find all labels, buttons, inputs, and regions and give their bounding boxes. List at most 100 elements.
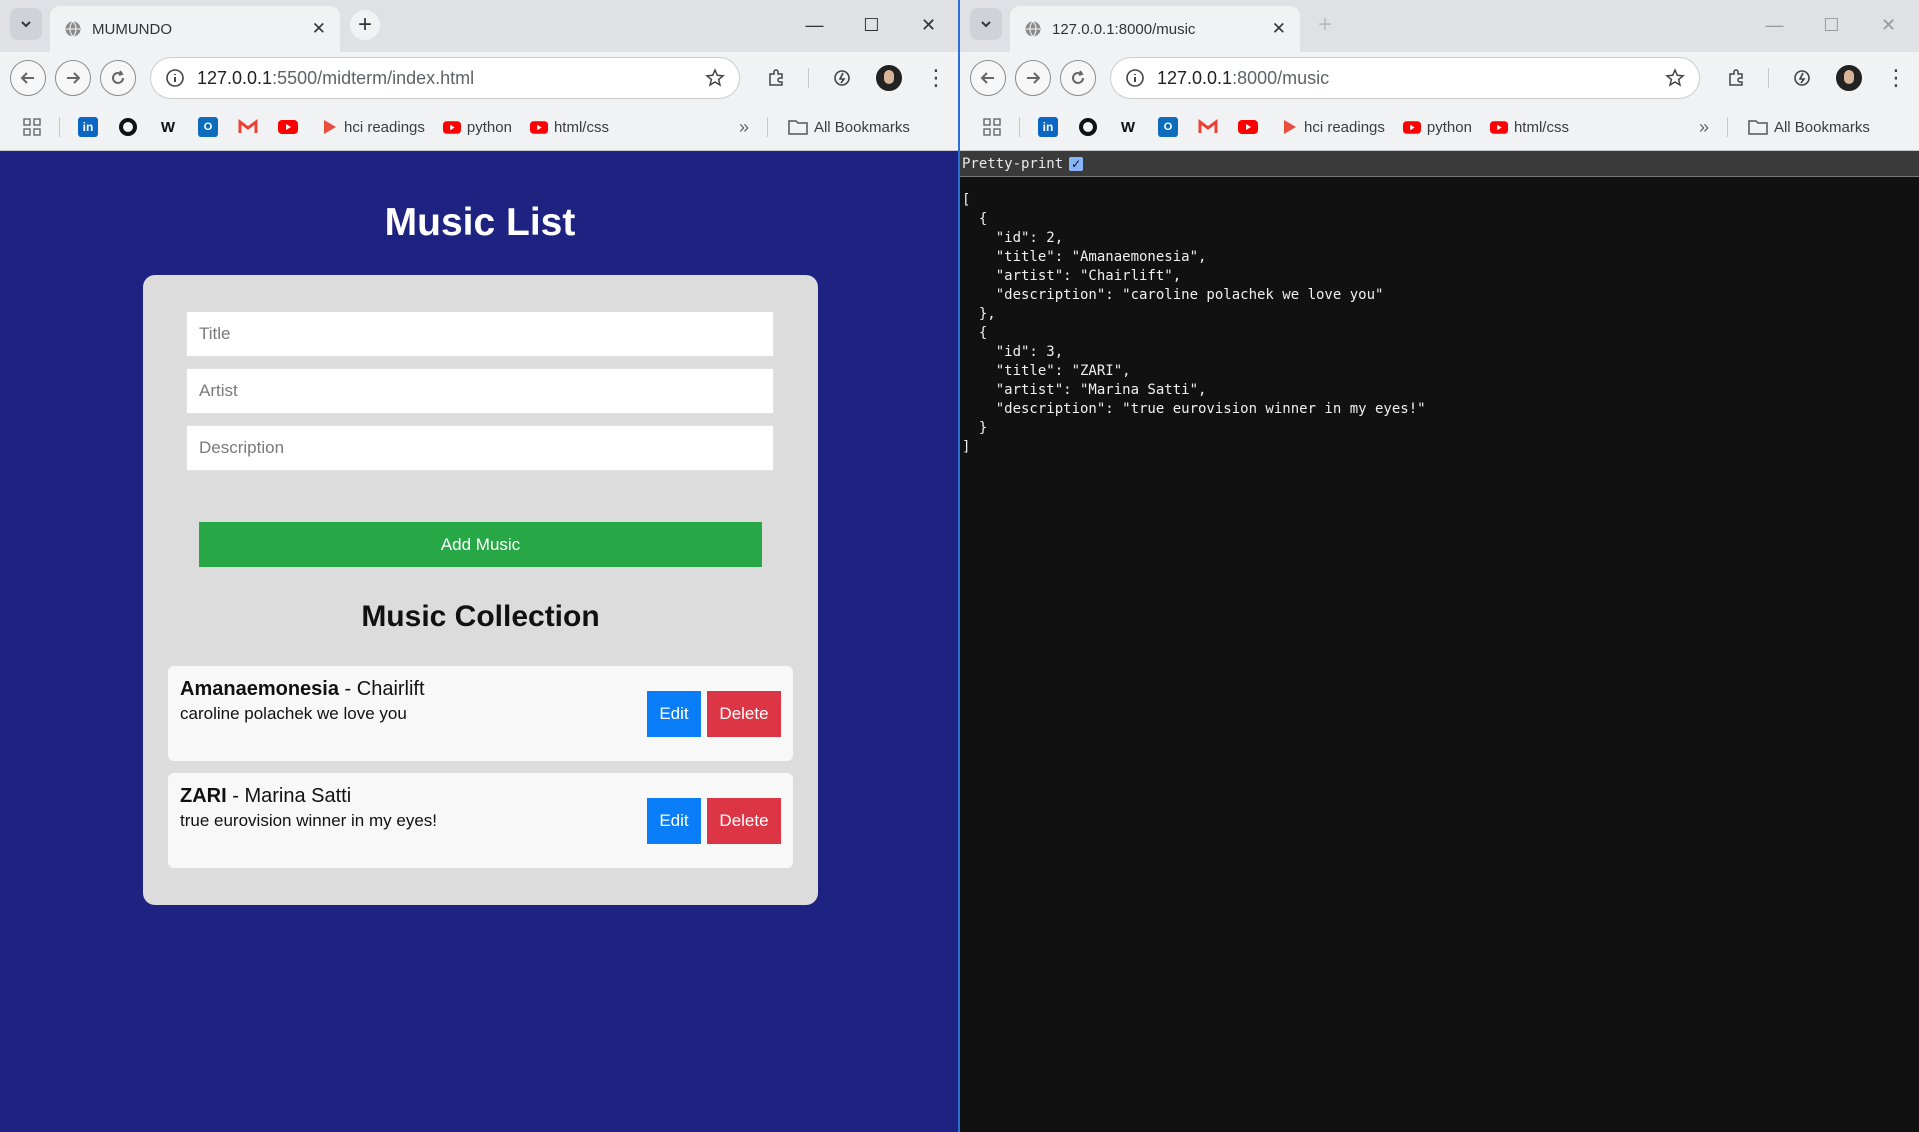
toolbar-divider: [1768, 68, 1769, 88]
title-input[interactable]: [186, 311, 774, 357]
menu-kebab-icon[interactable]: ⋮: [1885, 64, 1907, 92]
reload-button[interactable]: [1060, 60, 1096, 96]
pretty-print-checkbox[interactable]: ✓: [1069, 156, 1084, 171]
bookmark-divider: [766, 117, 768, 137]
address-bar[interactable]: 127.0.0.1:5500/midterm/index.html: [150, 57, 740, 99]
song-artist: Chairlift: [356, 678, 425, 700]
song-separator: -: [226, 785, 245, 807]
star-icon[interactable]: [1665, 68, 1685, 88]
url-text: 127.0.0.1:8000/music: [1157, 67, 1330, 88]
minimize-icon[interactable]: —: [786, 8, 843, 42]
browser-window-left: MUMUNDO ✕ + — ☐ ✕ 127.0.0.1:5500/midterm…: [0, 0, 960, 1132]
apps-icon[interactable]: [983, 118, 1001, 136]
all-bookmarks-button[interactable]: All Bookmarks: [1748, 119, 1870, 136]
tab-strip: 127.0.0.1:8000/music ✕ + — ☐ ✕: [960, 0, 1919, 52]
window-controls: — ☐ ✕: [1746, 8, 1917, 42]
chevron-down-icon: [21, 21, 31, 28]
new-tab-button[interactable]: +: [1310, 10, 1340, 40]
bookmark-html-css[interactable]: html/css: [529, 119, 609, 136]
pretty-print-label: Pretty-print: [962, 155, 1064, 172]
reload-icon: [1072, 70, 1084, 84]
description-input[interactable]: [186, 425, 774, 471]
delete-button[interactable]: Delete: [707, 798, 781, 844]
new-tab-button[interactable]: +: [350, 10, 380, 40]
maximize-icon[interactable]: ☐: [1803, 8, 1860, 42]
address-bar[interactable]: 127.0.0.1:8000/music: [1110, 57, 1700, 99]
ring-logo-icon[interactable]: [118, 117, 138, 137]
reload-icon: [112, 70, 124, 84]
all-bookmarks-button[interactable]: All Bookmarks: [788, 119, 910, 136]
performance-icon[interactable]: [828, 64, 856, 92]
performance-icon[interactable]: [1788, 64, 1816, 92]
folder-icon: [1748, 120, 1768, 135]
folder-icon: [788, 120, 808, 135]
close-window-icon[interactable]: ✕: [1860, 8, 1917, 42]
back-button[interactable]: [970, 60, 1006, 96]
tab-title: 127.0.0.1:8000/music: [1052, 20, 1196, 38]
url-text: 127.0.0.1:5500/midterm/index.html: [197, 67, 475, 88]
minimize-icon[interactable]: —: [1746, 8, 1803, 42]
tab-close-icon[interactable]: ✕: [312, 19, 326, 39]
extensions-icon[interactable]: [1722, 64, 1750, 92]
star-icon[interactable]: [705, 68, 725, 88]
tab-search-button[interactable]: [10, 8, 42, 40]
browser-tab[interactable]: MUMUNDO ✕: [50, 6, 340, 52]
youtube-icon[interactable]: [1238, 117, 1258, 137]
bookmark-html-css[interactable]: html/css: [1489, 119, 1569, 136]
artist-input[interactable]: [186, 368, 774, 414]
browser-tab[interactable]: 127.0.0.1:8000/music ✕: [1010, 6, 1300, 52]
bookmarks-overflow-button[interactable]: »: [739, 117, 749, 138]
json-response: [ { "id": 2, "title": "Amanaemonesia", "…: [962, 192, 1426, 455]
add-music-button[interactable]: Add Music: [199, 522, 762, 567]
song-title: Amanaemonesia: [180, 678, 339, 700]
extensions-icon[interactable]: [762, 64, 790, 92]
bookmarks-overflow-button[interactable]: »: [1699, 117, 1709, 138]
bookmarks-bar: in W O hci readings python html/css » Al…: [0, 104, 958, 151]
edit-button[interactable]: Edit: [647, 798, 701, 844]
youtube-icon[interactable]: [278, 117, 298, 137]
toolbar-divider: [808, 68, 809, 88]
bookmark-python[interactable]: python: [1402, 119, 1472, 136]
forward-button[interactable]: [1015, 60, 1051, 96]
linkedin-icon[interactable]: in: [78, 117, 98, 137]
outlook-icon[interactable]: O: [198, 117, 218, 137]
outlook-icon[interactable]: O: [1158, 117, 1178, 137]
youtube-icon: [1489, 120, 1508, 134]
back-button[interactable]: [10, 60, 46, 96]
tab-title: MUMUNDO: [92, 20, 172, 38]
site-info-icon[interactable]: [165, 68, 185, 88]
edit-button[interactable]: Edit: [647, 691, 701, 737]
tab-search-button[interactable]: [970, 8, 1002, 40]
song-heading: ZARI - Marina Satti: [180, 785, 351, 808]
apps-icon[interactable]: [23, 118, 41, 136]
linkedin-icon[interactable]: in: [1038, 117, 1058, 137]
bookmark-divider: [1019, 117, 1020, 137]
profile-avatar[interactable]: [874, 63, 904, 93]
tab-close-icon[interactable]: ✕: [1272, 19, 1286, 39]
pdf-icon: [324, 120, 336, 134]
bookmark-hci-readings[interactable]: hci readings: [1282, 118, 1385, 136]
bars-logo-icon[interactable]: W: [1118, 117, 1138, 137]
bars-logo-icon[interactable]: W: [158, 117, 178, 137]
youtube-icon: [442, 120, 461, 134]
song-heading: Amanaemonesia - Chairlift: [180, 678, 425, 701]
nav-toolbar: 127.0.0.1:8000/music ⋮: [960, 52, 1919, 104]
bookmarks-bar: in W O hci readings python html/css » Al…: [960, 104, 1919, 151]
bookmark-hci-readings[interactable]: hci readings: [322, 118, 425, 136]
reload-button[interactable]: [100, 60, 136, 96]
delete-button[interactable]: Delete: [707, 691, 781, 737]
song-artist: Marina Satti: [244, 785, 352, 807]
bookmark-python[interactable]: python: [442, 119, 512, 136]
maximize-icon[interactable]: ☐: [843, 8, 900, 42]
song-title: ZARI: [180, 785, 227, 807]
close-window-icon[interactable]: ✕: [900, 8, 957, 42]
globe-icon: [65, 21, 81, 37]
profile-avatar[interactable]: [1834, 63, 1864, 93]
gmail-icon[interactable]: [1198, 117, 1218, 137]
bookmark-divider: [59, 117, 60, 137]
ring-logo-icon[interactable]: [1078, 117, 1098, 137]
menu-kebab-icon[interactable]: ⋮: [925, 64, 947, 92]
site-info-icon[interactable]: [1125, 68, 1145, 88]
gmail-icon[interactable]: [238, 117, 258, 137]
forward-button[interactable]: [55, 60, 91, 96]
